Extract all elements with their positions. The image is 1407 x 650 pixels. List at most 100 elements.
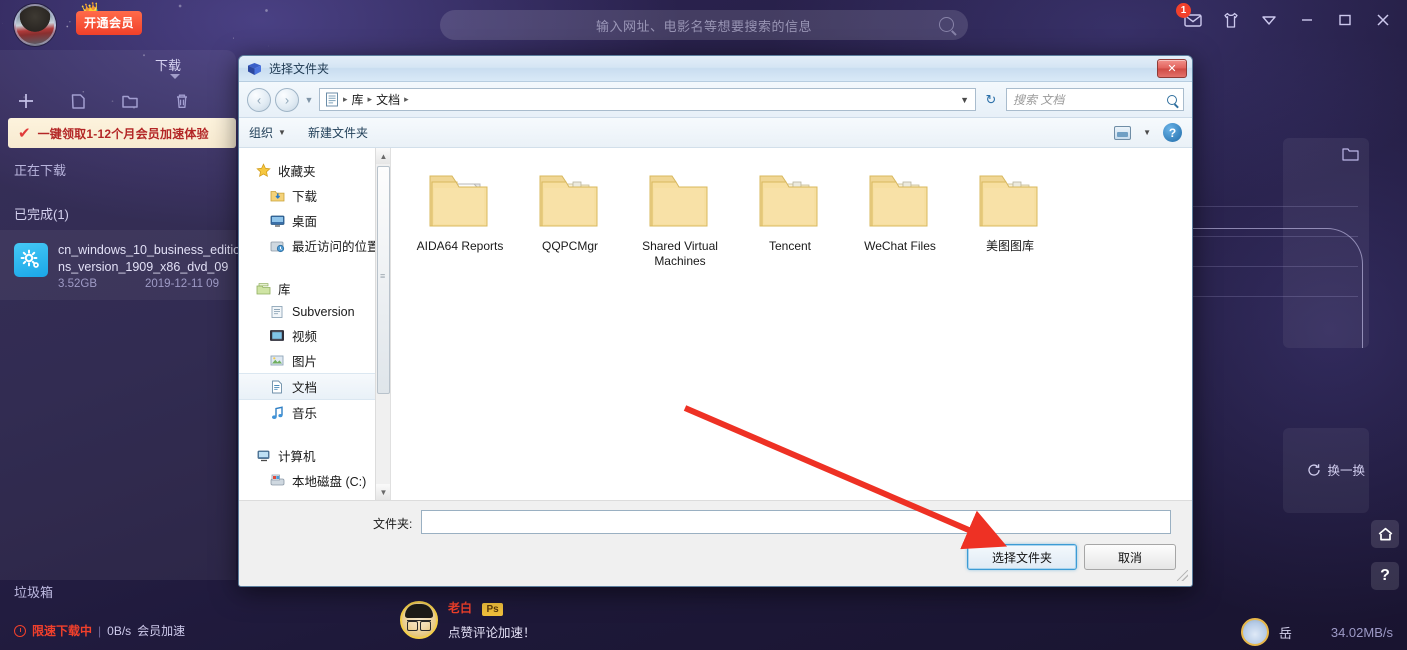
section-completed[interactable]: 已完成(1)	[14, 204, 69, 223]
promo-ad[interactable]: 老白 Ps 点赞评论加速！	[400, 590, 700, 650]
forward-button[interactable]: ›	[275, 87, 299, 112]
close-icon[interactable]: ✕	[1157, 59, 1187, 78]
file-list-pane[interactable]: AIDA64 Reports QQPCMgr Shared Virtual Ma…	[391, 148, 1192, 500]
promo-card-bottom[interactable]	[1283, 428, 1369, 513]
breadcrumb-item-documents[interactable]: 文档	[376, 91, 400, 108]
folder-grid: AIDA64 Reports QQPCMgr Shared Virtual Ma…	[405, 162, 1192, 269]
delete-icon[interactable]	[156, 90, 208, 112]
breadcrumb-arrow-icon: ▸	[367, 94, 373, 104]
scroll-down-icon[interactable]: ▼	[376, 484, 390, 500]
sidebar-item-subversion[interactable]: Subversion	[239, 301, 390, 323]
sidebar-item-music[interactable]: 音乐	[239, 400, 390, 425]
search-input[interactable]: 搜索 文档	[1006, 88, 1184, 111]
rank-user-name: 岳	[1278, 625, 1292, 641]
list-item: 岳 34.02MB/s	[1240, 618, 1393, 646]
view-mode-icon[interactable]	[1114, 125, 1132, 140]
select-folder-button[interactable]: 选择文件夹	[967, 544, 1077, 570]
promo-text: 一键领取1-12个月会员加速体验	[37, 126, 209, 141]
avatar	[1240, 618, 1269, 646]
open-vip-button[interactable]: 开通会员	[76, 11, 143, 35]
organize-menu[interactable]: 组织 ▼	[249, 124, 286, 141]
library-icon	[255, 281, 271, 297]
tree-header-favorites[interactable]: 收藏夹	[239, 158, 390, 183]
sidebar-item-pictures[interactable]: 图片	[239, 348, 390, 373]
folder-label: QQPCMgr	[541, 239, 598, 253]
vip-promo-banner[interactable]: ✔ 一键领取1-12个月会员加速体验	[8, 118, 236, 148]
sidebar-item-videos[interactable]: 视频	[239, 323, 390, 348]
new-folder-button[interactable]: 新建文件夹	[308, 124, 368, 141]
breadcrumb-item-library[interactable]: 库	[352, 91, 364, 108]
window-controls: 1	[1176, 3, 1393, 30]
dialog-titlebar: 选择文件夹 ✕	[239, 56, 1192, 82]
select-folder-dialog: 选择文件夹 ✕ ‹ › ▼ ▸ 库 ▸ 文档 ▸ ▼ ↻ 搜索 文档 组织 ▼ …	[238, 55, 1193, 587]
folder-item[interactable]: Shared Virtual Machines	[625, 162, 735, 269]
system-drive-icon	[269, 473, 285, 489]
ad-author-name: 老白	[448, 601, 473, 615]
mail-icon[interactable]: 1	[1176, 3, 1203, 30]
tab-download[interactable]: 下载	[155, 55, 181, 74]
minimize-icon[interactable]	[1297, 10, 1317, 30]
resize-grip-icon[interactable]	[1177, 570, 1188, 581]
sidebar-item-drive-c[interactable]: 本地磁盘 (C:)	[239, 468, 390, 493]
promo-card-top[interactable]	[1093, 138, 1369, 348]
pictures-icon	[269, 353, 285, 369]
desktop-icon	[269, 213, 285, 229]
sidebar-item-label: 图片	[292, 355, 318, 369]
dialog-title: 选择文件夹	[269, 62, 330, 76]
search-icon	[939, 17, 954, 32]
section-downloading[interactable]: 正在下载	[14, 160, 66, 179]
folder-label: WeChat Files	[864, 239, 936, 253]
chevron-down-icon[interactable]	[1259, 10, 1279, 30]
vip-accelerate-link[interactable]: 会员加速	[137, 622, 185, 639]
breadcrumb[interactable]: ▸ 库 ▸ 文档 ▸ ▼	[319, 88, 976, 111]
maximize-icon[interactable]	[1335, 10, 1355, 30]
back-button[interactable]: ‹	[247, 87, 271, 112]
tree-group-computer: 计算机 本地磁盘 (C:) 本地磁盘 (D:)	[239, 443, 390, 500]
sidebar-toolbar	[0, 83, 236, 119]
new-folder-icon[interactable]	[104, 90, 156, 112]
download-sidebar: 下载 ✔ 一键领取1-12个月会员加速体验 正在下载 已完成(1) cn_win…	[0, 50, 240, 600]
video-icon	[269, 328, 285, 344]
user-avatar[interactable]	[14, 4, 56, 46]
sidebar-item-drive-d[interactable]: 本地磁盘 (D:)	[239, 493, 390, 500]
sidebar-item-label: 桌面	[292, 215, 318, 229]
new-file-icon[interactable]	[52, 90, 104, 112]
promo-swoosh-icon: ✔	[18, 124, 31, 142]
sidebar-item-label: Subversion	[292, 305, 355, 319]
sidebar-scrollbar[interactable]: ▲ ▼	[375, 148, 390, 500]
tree-header-computer[interactable]: 计算机	[239, 443, 390, 468]
view-dropdown-icon[interactable]: ▼	[1143, 128, 1151, 137]
folder-item[interactable]: QQPCMgr	[515, 162, 625, 269]
status-separator: |	[98, 623, 102, 638]
sidebar-item-recent-places[interactable]: 最近访问的位置	[239, 233, 390, 258]
new-folder-label: 新建文件夹	[307, 126, 368, 140]
folder-item[interactable]: 美图图库	[955, 162, 1065, 269]
help-icon[interactable]: ?	[1163, 123, 1182, 142]
home-icon[interactable]	[1371, 520, 1399, 548]
refresh-icon[interactable]: ↻	[980, 88, 1002, 111]
global-search-box[interactable]: 输入网址、电影名等想要搜索的信息	[440, 10, 968, 40]
add-task-icon[interactable]	[0, 90, 52, 112]
tree-header-libraries[interactable]: 库	[239, 276, 390, 301]
sidebar-item-documents[interactable]: 文档	[239, 373, 390, 400]
sidebar-item-desktop[interactable]: 桌面	[239, 208, 390, 233]
scrollbar-thumb[interactable]	[377, 166, 390, 394]
close-icon[interactable]	[1373, 10, 1393, 30]
app-logo-icon	[248, 62, 261, 75]
sidebar-item-downloads[interactable]: 下载	[239, 183, 390, 208]
download-folder-icon	[269, 188, 285, 204]
breadcrumb-dropdown-icon[interactable]: ▼	[960, 95, 969, 105]
folder-item[interactable]: WeChat Files	[845, 162, 955, 269]
help-button[interactable]: ?	[1371, 562, 1399, 590]
tab-bar: 下载	[0, 50, 236, 86]
scroll-up-icon[interactable]: ▲	[376, 148, 390, 164]
skin-icon[interactable]	[1221, 10, 1241, 30]
folder-item[interactable]: Tencent	[735, 162, 845, 269]
list-item[interactable]: cn_windows_10_business_editions_version_…	[0, 230, 240, 300]
cancel-button[interactable]: 取消	[1084, 544, 1176, 570]
breadcrumb-arrow-icon: ▸	[343, 94, 348, 104]
history-dropdown-icon[interactable]: ▼	[303, 95, 315, 105]
sidebar-item-trash[interactable]: 垃圾箱	[14, 582, 53, 601]
folder-path-input[interactable]	[421, 510, 1171, 534]
folder-item[interactable]: AIDA64 Reports	[405, 162, 515, 269]
